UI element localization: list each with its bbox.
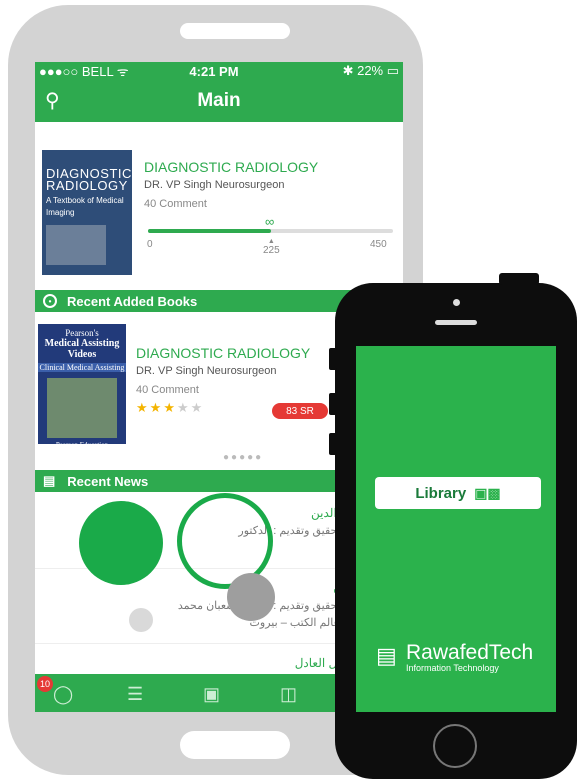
star-icon: ★ — [190, 400, 205, 415]
battery-indicator: ✱ 22% ▭ — [342, 63, 399, 78]
phone-speaker — [180, 23, 290, 39]
mute-switch — [329, 348, 337, 370]
star-rating: ★★★★★ — [136, 400, 204, 416]
cover-publisher: Pearson's — [65, 328, 99, 338]
phone-black-frame: Library ▣▩ ▤ RawafedTech Information Tec… — [329, 273, 577, 779]
store-icon[interactable]: ◫ — [280, 684, 297, 705]
star-icon: ★ — [149, 400, 164, 415]
carousel-dots[interactable]: ●●●●● — [223, 452, 263, 463]
star-icon: ★ — [176, 400, 191, 415]
devices-icon: ▣▩ — [474, 484, 501, 501]
cover-footer: Pearson Education — [55, 441, 109, 449]
comment-count[interactable]: 40 Comment — [144, 198, 207, 210]
list-icon[interactable]: ☰ — [127, 684, 143, 705]
reading-progress-fill — [148, 229, 271, 233]
star-icon: ★ — [163, 400, 177, 415]
decor-circle-filled — [79, 501, 163, 585]
cover-subtitle: A Textbook of Medical Imaging — [46, 196, 124, 217]
library-button[interactable]: Library ▣▩ — [375, 477, 541, 509]
section-recent-added-label: Recent Added Books — [67, 293, 198, 309]
cover-image — [47, 378, 117, 438]
progress-min: 0 — [147, 239, 153, 250]
cover-subtitle: Clinical Medical Assisting — [38, 363, 126, 372]
volume-up-button — [329, 393, 337, 415]
front-camera — [453, 299, 460, 306]
book-author: DR. VP Singh Neurosurgeon — [144, 179, 285, 191]
page-title: Main — [197, 90, 241, 111]
star-icon: ★ — [136, 400, 150, 415]
news-icon: ▤ — [43, 473, 56, 488]
phone-home-button[interactable] — [180, 731, 290, 759]
home-button[interactable] — [433, 724, 477, 768]
cover-title-line2: RADIOLOGY — [46, 178, 128, 193]
progress-current-label: 225 — [263, 245, 280, 256]
book-title[interactable]: DIAGNOSTIC RADIOLOGY — [144, 159, 318, 175]
cover-image — [46, 225, 106, 265]
book-icon[interactable]: ▣ — [203, 684, 220, 705]
section-recent-news-label: Recent News — [67, 473, 149, 489]
nav-bar: ⚲ Main — [35, 80, 403, 122]
status-bar: ●●●○○ BELL ᯤ 4:21 PM ✱ 22% ▭ — [35, 62, 403, 80]
cover-title: Medical Assisting Videos — [44, 338, 120, 360]
volume-down-button — [329, 433, 337, 455]
book-author: DR. VP Singh Neurosurgeon — [136, 365, 277, 377]
notification-badge: 10 — [37, 676, 53, 692]
decor-circle-gray — [227, 573, 275, 621]
price-badge: 83 SR — [272, 403, 328, 419]
clock: 4:21 PM — [189, 63, 239, 79]
progress-max: 450 — [370, 239, 387, 250]
progress-current: ▲ 225 — [263, 238, 280, 256]
reading-progress — [148, 229, 393, 233]
book-cover[interactable]: DIAGNOSTIC RADIOLOGY A Textbook of Medic… — [42, 150, 132, 275]
comment-count[interactable]: 40 Comment — [136, 384, 199, 396]
glasses-icon: ∞ — [265, 214, 275, 229]
featured-book[interactable]: DIAGNOSTIC RADIOLOGY A Textbook of Medic… — [35, 122, 403, 290]
clock-icon: • — [43, 294, 57, 308]
library-splash-screen: Library ▣▩ ▤ RawafedTech Information Tec… — [356, 346, 556, 712]
user-icon[interactable]: ◯ — [53, 684, 73, 705]
earpiece — [435, 320, 477, 325]
book-cover[interactable]: Pearson's Medical Assisting Videos Clini… — [38, 324, 126, 449]
brand-name: RawafedTech — [406, 641, 534, 664]
library-button-label: Library — [415, 484, 467, 502]
rawafed-logo-icon: ▤ — [376, 643, 397, 668]
decor-circle-light — [129, 608, 153, 632]
brand-subtitle: Information Technology — [406, 663, 499, 673]
book-title[interactable]: DIAGNOSTIC RADIOLOGY — [136, 345, 310, 361]
power-button — [499, 273, 539, 285]
